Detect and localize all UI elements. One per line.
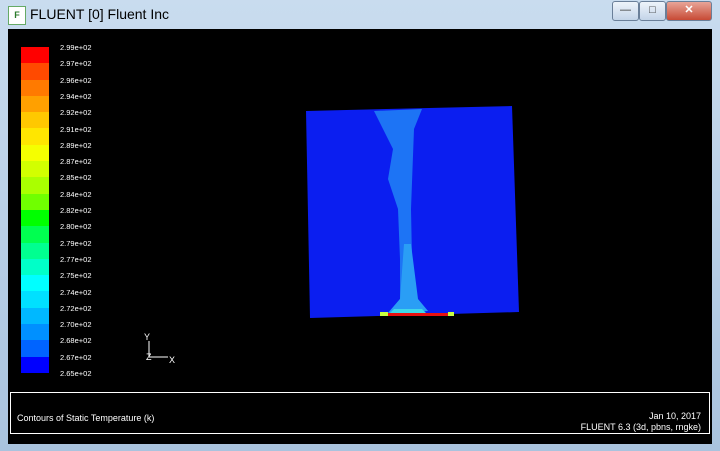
axis-z-label: Z xyxy=(146,352,152,362)
axis-y-label: Y xyxy=(144,332,151,342)
graphics-canvas[interactable]: 2.99e+02 2.97e+02 2.96e+02 2.94e+02 2.92e+02… xyxy=(8,29,712,444)
plume-hot-edge xyxy=(390,309,426,313)
solver-version: FLUENT 6.3 (3d, pbns, rngke) xyxy=(580,422,701,432)
heat-source xyxy=(388,313,448,316)
title-bar[interactable]: F FLUENT [0] Fluent Inc — □ ✕ xyxy=(0,0,720,28)
plot-date: Jan 10, 2017 xyxy=(648,411,701,421)
fluent-app-icon: F xyxy=(8,6,26,25)
fluent-window: F FLUENT [0] Fluent Inc — □ ✕ 2.99e+02 2.… xyxy=(0,0,720,451)
close-button[interactable]: ✕ xyxy=(666,1,712,21)
info-box: Contours of Static Temperature (k) Jan 1… xyxy=(10,392,710,434)
axis-x-label: X xyxy=(169,355,176,365)
maximize-button[interactable]: □ xyxy=(639,1,666,21)
maximize-icon: □ xyxy=(649,4,656,16)
plot-description: Contours of Static Temperature (k) xyxy=(17,413,155,423)
contour-plot xyxy=(148,106,519,358)
minimize-icon: — xyxy=(620,4,631,16)
minimize-button[interactable]: — xyxy=(612,1,639,21)
close-icon: ✕ xyxy=(684,4,694,16)
window-title: FLUENT [0] Fluent Inc xyxy=(30,6,170,22)
